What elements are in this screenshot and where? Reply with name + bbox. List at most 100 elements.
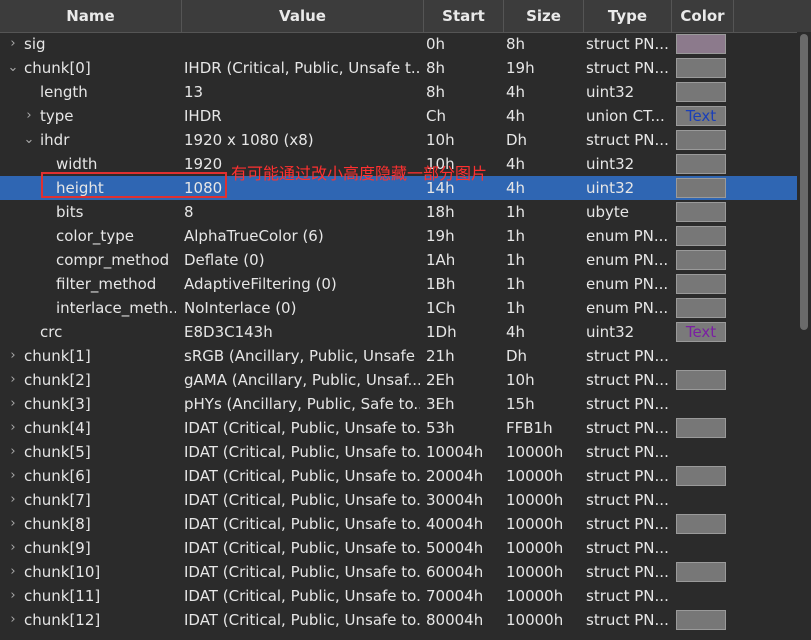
chevron-right-icon[interactable]: ›: [6, 488, 20, 512]
cell-size: 15h: [506, 395, 535, 413]
color-swatch[interactable]: [676, 154, 726, 174]
color-swatch[interactable]: [676, 514, 726, 534]
tree-row[interactable]: › chunk[5] IDAT (Critical, Public, Unsafe …: [0, 440, 797, 464]
cell-value: Deflate (0): [184, 251, 265, 269]
tree-row[interactable]: interlace_meth... NoInterlace (0) 1Ch 1h enu…: [0, 296, 797, 320]
row-name: type: [40, 107, 74, 125]
chevron-right-icon[interactable]: ›: [6, 512, 20, 536]
tree-row[interactable]: › chunk[4] IDAT (Critical, Public, Unsafe …: [0, 416, 797, 440]
cell-size: 1h: [506, 299, 526, 317]
cell-value: 8: [184, 203, 194, 221]
cell-type: struct PN...: [586, 611, 669, 629]
cell-name: compr_method: [0, 248, 176, 272]
tree-row[interactable]: › chunk[6] IDAT (Critical, Public, Unsafe …: [0, 464, 797, 488]
cell-start: 10h: [426, 131, 455, 149]
color-swatch[interactable]: [676, 298, 726, 318]
tree-row[interactable]: › chunk[9] IDAT (Critical, Public, Unsafe …: [0, 536, 797, 560]
column-header-start[interactable]: Start: [424, 0, 504, 32]
tree-row[interactable]: › chunk[8] IDAT (Critical, Public, Unsafe …: [0, 512, 797, 536]
column-header-name[interactable]: Name: [0, 0, 182, 32]
cell-name: › chunk[11]: [0, 584, 176, 608]
row-name: chunk[4]: [24, 419, 91, 437]
color-swatch[interactable]: [676, 274, 726, 294]
cell-name: length: [0, 80, 176, 104]
color-swatch[interactable]: [676, 202, 726, 222]
row-name: chunk[11]: [24, 587, 101, 605]
cell-type: struct PN...: [586, 515, 669, 533]
chevron-right-icon[interactable]: ›: [22, 104, 36, 128]
tree-row[interactable]: › chunk[1] sRGB (Ancillary, Public, Unsafe…: [0, 344, 797, 368]
column-header-size[interactable]: Size: [504, 0, 584, 32]
column-header-color[interactable]: Color: [672, 0, 734, 32]
cell-type: uint32: [586, 155, 635, 173]
cell-size: 4h: [506, 179, 526, 197]
chevron-right-icon[interactable]: ›: [6, 440, 20, 464]
cell-type: struct PN...: [586, 395, 669, 413]
tree-row[interactable]: compr_method Deflate (0) 1Ah 1h enum PN...: [0, 248, 797, 272]
tree-row[interactable]: bits 8 18h 1h ubyte: [0, 200, 797, 224]
cell-start: 1Bh: [426, 275, 456, 293]
tree-row[interactable]: › chunk[11] IDAT (Critical, Public, Unsafe…: [0, 584, 797, 608]
tree-row[interactable]: › type IHDR Ch 4h union CT... Text: [0, 104, 797, 128]
cell-start: 1Ch: [426, 299, 456, 317]
tree-row[interactable]: › chunk[7] IDAT (Critical, Public, Unsafe …: [0, 488, 797, 512]
color-swatch[interactable]: [676, 370, 726, 390]
chevron-right-icon[interactable]: ›: [6, 392, 20, 416]
color-swatch[interactable]: [676, 226, 726, 246]
color-text-swatch[interactable]: Text: [676, 106, 726, 126]
cell-type: struct PN...: [586, 467, 669, 485]
vertical-scrollbar[interactable]: [797, 32, 811, 640]
tree-row[interactable]: › chunk[2] gAMA (Ancillary, Public, Unsaf.…: [0, 368, 797, 392]
color-swatch[interactable]: [676, 610, 726, 630]
cell-start: 0h: [426, 35, 446, 53]
color-swatch[interactable]: [676, 82, 726, 102]
color-swatch[interactable]: [676, 34, 726, 54]
color-swatch[interactable]: [676, 130, 726, 150]
tree-row[interactable]: crc E8D3C143h 1Dh 4h uint32 Text: [0, 320, 797, 344]
chevron-down-icon[interactable]: ⌄: [6, 56, 20, 80]
chevron-right-icon[interactable]: ›: [6, 416, 20, 440]
chevron-right-icon[interactable]: ›: [6, 560, 20, 584]
tree-row[interactable]: › chunk[12] IDAT (Critical, Public, Unsafe…: [0, 608, 797, 632]
color-swatch[interactable]: [676, 250, 726, 270]
tree-row[interactable]: › chunk[10] IDAT (Critical, Public, Unsafe…: [0, 560, 797, 584]
tree-row[interactable]: › sig 0h 8h struct PN...: [0, 32, 797, 56]
tree-row[interactable]: filter_method AdaptiveFiltering (0) 1Bh 1h e…: [0, 272, 797, 296]
cell-start: 50004h: [426, 539, 484, 557]
row-name: chunk[12]: [24, 611, 101, 629]
chevron-right-icon[interactable]: ›: [6, 584, 20, 608]
cell-type: enum PN...: [586, 251, 669, 269]
cell-type: struct PN...: [586, 491, 669, 509]
tree-row[interactable]: ⌄ chunk[0] IHDR (Critical, Public, Unsafe …: [0, 56, 797, 80]
cell-value: 13: [184, 83, 204, 101]
row-name: chunk[9]: [24, 539, 91, 557]
color-swatch[interactable]: [676, 418, 726, 438]
tree-row[interactable]: length 13 8h 4h uint32: [0, 80, 797, 104]
cell-start: 53h: [426, 419, 455, 437]
cell-type: struct PN...: [586, 587, 669, 605]
tree-row[interactable]: color_type AlphaTrueColor (6) 19h 1h enum PN…: [0, 224, 797, 248]
cell-type: ubyte: [586, 203, 630, 221]
cell-name: › chunk[5]: [0, 440, 176, 464]
scrollbar-thumb[interactable]: [800, 34, 808, 330]
color-swatch[interactable]: [676, 466, 726, 486]
cell-start: 18h: [426, 203, 455, 221]
cell-start: 8h: [426, 59, 446, 77]
chevron-right-icon[interactable]: ›: [6, 344, 20, 368]
column-header-value[interactable]: Value: [182, 0, 424, 32]
color-swatch[interactable]: [676, 562, 726, 582]
chevron-right-icon[interactable]: ›: [6, 368, 20, 392]
cell-start: 1Ah: [426, 251, 456, 269]
chevron-down-icon[interactable]: ⌄: [22, 128, 36, 152]
chevron-right-icon[interactable]: ›: [6, 536, 20, 560]
column-header-type[interactable]: Type: [584, 0, 672, 32]
chevron-right-icon[interactable]: ›: [6, 464, 20, 488]
tree-row[interactable]: ⌄ ihdr 1920 x 1080 (x8) 10h Dh struct PN...: [0, 128, 797, 152]
color-swatch[interactable]: [676, 58, 726, 78]
chevron-right-icon[interactable]: ›: [6, 32, 20, 56]
color-text-swatch[interactable]: Text: [676, 322, 726, 342]
chevron-right-icon[interactable]: ›: [6, 608, 20, 632]
color-swatch[interactable]: [676, 178, 726, 198]
tree-row[interactable]: › chunk[3] pHYs (Ancillary, Public, Safe t…: [0, 392, 797, 416]
cell-size: 10000h: [506, 563, 564, 581]
